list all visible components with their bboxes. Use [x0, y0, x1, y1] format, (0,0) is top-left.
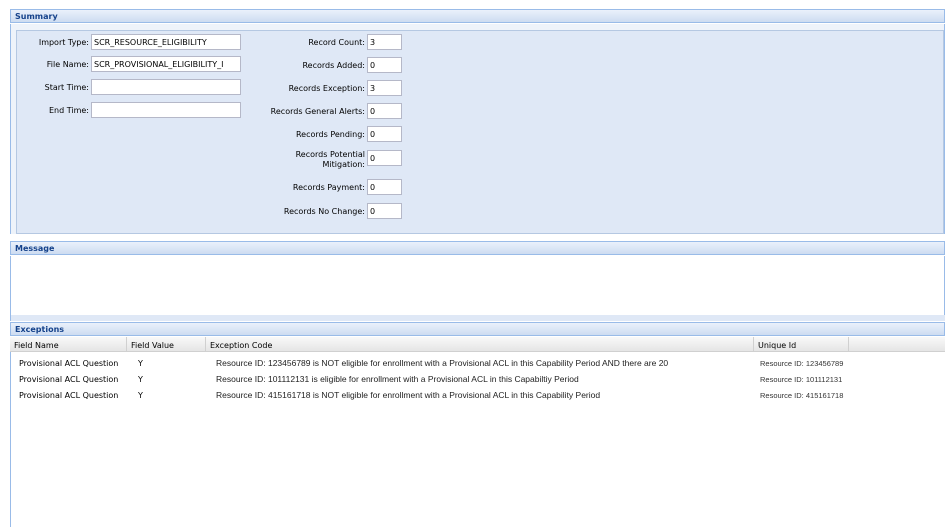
cell-exception-code: Resource ID: 123456789 is NOT eligible f…: [216, 358, 669, 368]
file-name-field[interactable]: SCR_PROVISIONAL_ELIGIBILITY_I: [91, 56, 241, 72]
table-row[interactable]: Provisional ACL Question Y Resource ID: …: [11, 372, 945, 386]
exceptions-grid-header: Field Name Field Value Exception Code Un…: [10, 337, 945, 352]
records-pending-field[interactable]: 0: [367, 126, 402, 142]
records-potential-mitigation-label-line1: Records Potential: [295, 150, 365, 159]
records-added-field[interactable]: 0: [367, 57, 402, 73]
exceptions-panel-header: Exceptions: [10, 322, 945, 336]
cell-field-name: Provisional ACL Question: [19, 375, 119, 384]
import-type-field[interactable]: SCR_RESOURCE_ELIGIBILITY: [91, 34, 241, 50]
summary-panel-header: Summary: [10, 9, 945, 23]
records-potential-mitigation-label-line2: Mitigation:: [322, 160, 365, 169]
records-payment-label: Records Payment:: [292, 183, 365, 192]
cell-unique-id: Resource ID: 415161718: [760, 391, 844, 400]
record-count-field[interactable]: 3: [367, 34, 402, 50]
records-pending-label: Records Pending:: [295, 130, 365, 139]
cell-exception-code: Resource ID: 415161718 is NOT eligible f…: [216, 390, 601, 400]
cell-unique-id: Resource ID: 101112131: [760, 375, 843, 384]
records-no-change-field[interactable]: 0: [367, 203, 402, 219]
record-count-label: Record Count:: [308, 38, 365, 47]
cell-field-name: Provisional ACL Question: [19, 391, 119, 400]
cell-field-value: Y: [138, 359, 143, 368]
summary-title: Summary: [15, 12, 58, 21]
message-resize-bar: [10, 315, 945, 321]
column-header-field-value[interactable]: Field Value: [127, 337, 206, 352]
records-added-label: Records Added:: [302, 61, 365, 70]
records-exception-field[interactable]: 3: [367, 80, 402, 96]
table-row[interactable]: Provisional ACL Question Y Resource ID: …: [11, 356, 945, 370]
cell-field-value: Y: [138, 391, 143, 400]
import-type-label: Import Type:: [38, 38, 89, 47]
records-general-alerts-label: Records General Alerts:: [270, 107, 365, 116]
exceptions-title: Exceptions: [15, 325, 65, 334]
records-no-change-label: Records No Change:: [283, 207, 365, 216]
summary-fieldset: Import Type: SCR_RESOURCE_ELIGIBILITY Fi…: [16, 30, 944, 234]
message-area[interactable]: [10, 256, 945, 316]
start-time-label: Start Time:: [44, 83, 89, 92]
records-exception-label: Records Exception:: [288, 84, 365, 93]
table-row[interactable]: Provisional ACL Question Y Resource ID: …: [11, 388, 945, 402]
file-name-label: File Name:: [46, 60, 89, 69]
exceptions-grid: Provisional ACL Question Y Resource ID: …: [10, 352, 945, 527]
summary-panel: Import Type: SCR_RESOURCE_ELIGIBILITY Fi…: [10, 24, 945, 234]
records-potential-mitigation-field[interactable]: 0: [367, 150, 402, 166]
message-title: Message: [15, 244, 55, 253]
column-header-exception-code[interactable]: Exception Code: [206, 337, 754, 352]
records-general-alerts-field[interactable]: 0: [367, 103, 402, 119]
start-time-field[interactable]: [91, 79, 241, 95]
cell-field-name: Provisional ACL Question: [19, 359, 119, 368]
cell-exception-code: Resource ID: 101112131 is eligible for e…: [216, 374, 579, 384]
end-time-label: End Time:: [48, 106, 89, 115]
message-panel-header: Message: [10, 241, 945, 255]
cell-field-value: Y: [138, 375, 143, 384]
end-time-field[interactable]: [91, 102, 241, 118]
column-header-unique-id[interactable]: Unique Id: [754, 337, 849, 352]
cell-unique-id: Resource ID: 123456789: [760, 359, 844, 368]
records-payment-field[interactable]: 0: [367, 179, 402, 195]
column-header-field-name[interactable]: Field Name: [10, 337, 127, 352]
